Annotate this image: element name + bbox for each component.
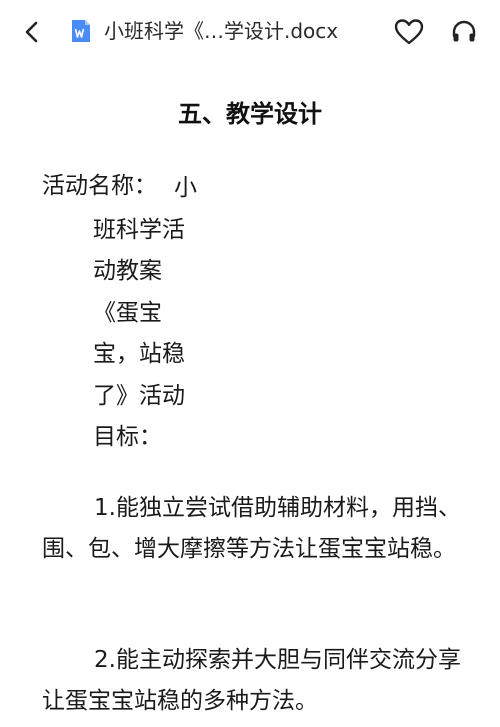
heart-outline-icon xyxy=(394,19,424,45)
activity-name-line: 班科学活 xyxy=(93,216,185,243)
top-bar: 小班科学《…学设计.docx xyxy=(0,0,500,62)
activity-name-line: 《蛋宝 xyxy=(93,299,162,326)
activity-name-line: 小 xyxy=(174,175,197,201)
headphones-icon xyxy=(452,20,476,42)
word-document-icon xyxy=(72,20,90,42)
listen-button[interactable] xyxy=(446,14,482,50)
activity-name-line: 了》活动 xyxy=(93,382,185,409)
chevron-left-icon xyxy=(25,21,38,43)
activity-name-line: 宝，站稳 xyxy=(93,341,185,367)
favorite-button[interactable] xyxy=(391,14,427,50)
back-button[interactable] xyxy=(14,14,50,50)
document-title: 小班科学《…学设计.docx xyxy=(104,19,339,43)
activity-name-value: 小 班科学活 动教案 《蛋宝 宝，站稳 了》活动 目标： xyxy=(93,168,203,459)
goal-paragraph-1: 1.能独立尝试借助辅助材料，用挡、围、包、增大摩擦等方法让蛋宝宝站稳。 xyxy=(42,495,461,562)
goal-paragraph-2: 2.能主动探索并大胆与同伴交流分享让蛋宝宝站稳的多种方法。 xyxy=(42,647,461,714)
section-heading: 五、教学设计 xyxy=(178,100,322,128)
activity-name-line: 动教案 xyxy=(93,258,162,284)
activity-name-line: 目标： xyxy=(93,424,162,450)
